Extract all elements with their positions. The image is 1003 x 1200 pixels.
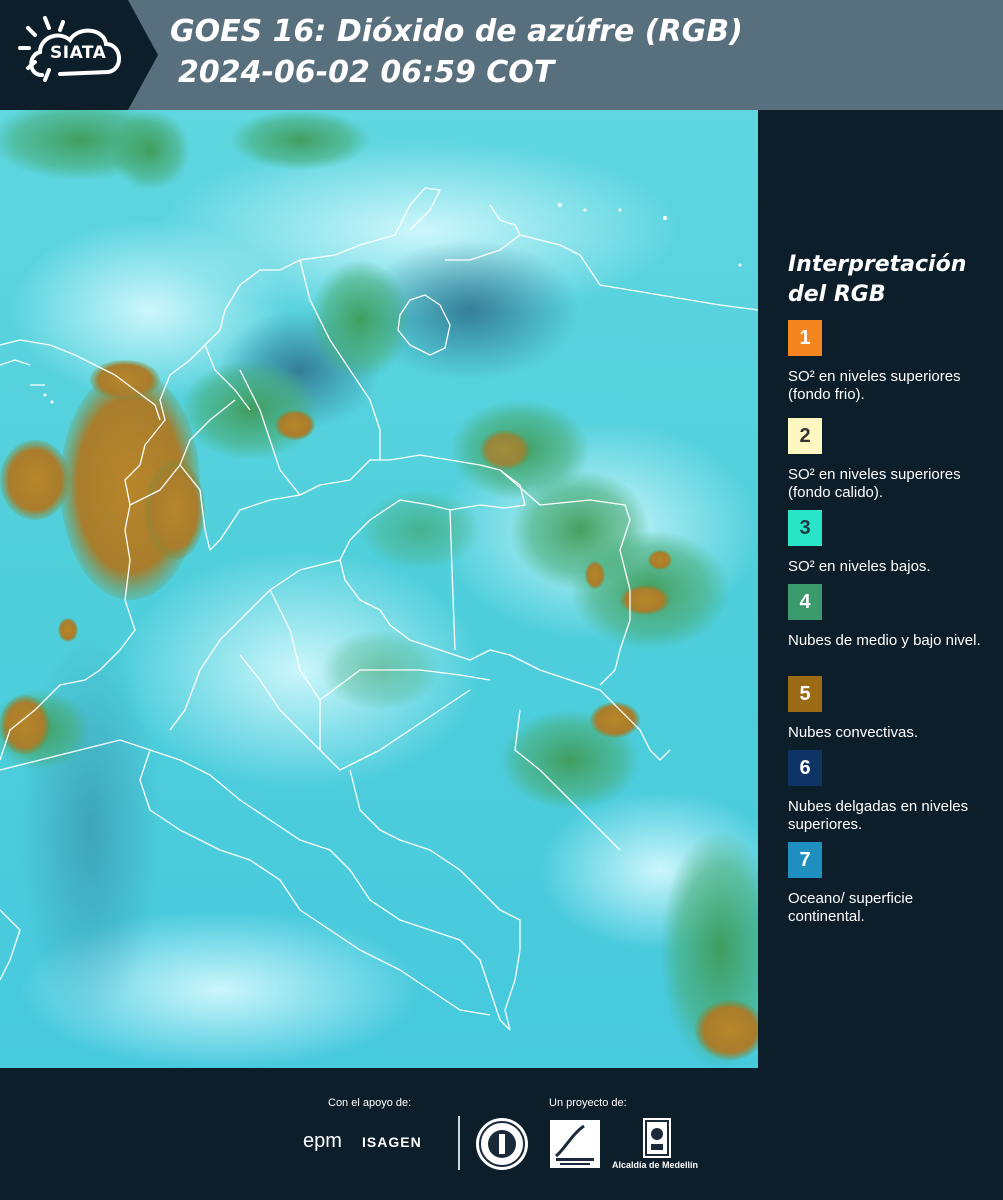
legend-swatch-6: 6 [788, 750, 822, 786]
alcaldia-emblem-icon[interactable] [643, 1118, 671, 1158]
page-timestamp: 2024-06-02 06:59 COT [178, 55, 555, 90]
legend-swatch-1: 1 [788, 320, 822, 356]
legend-label-3: SO² en niveles bajos. [788, 558, 931, 575]
legend-panel: Interpretación del RGB 1 SO² en niveles … [760, 110, 1003, 1068]
legend-item-7: 7 Oceano/ superficie continental. [788, 842, 993, 926]
page-title: GOES 16: Dióxido de azúfre (RGB) [170, 14, 743, 49]
legend-label-5: Nubes convectivas. [788, 724, 919, 741]
legend-label-2: SO² en niveles superiores (fondo calido)… [788, 466, 961, 501]
epm-logo[interactable]: epm [303, 1130, 342, 1153]
legend-item-1: 1 SO² en niveles superiores (fondo frio)… [788, 320, 993, 404]
area-metropolitana-logo[interactable] [550, 1120, 600, 1168]
legend-item-3: 3 SO² en niveles bajos. [788, 510, 993, 576]
legend-swatch-2: 2 [788, 418, 822, 454]
medellin-seal-logo[interactable] [476, 1118, 528, 1170]
coat-of-arms-icon [645, 1120, 669, 1156]
area-metropolitana-icon [555, 1124, 594, 1165]
isagen-logo[interactable]: ISAGEN [362, 1134, 422, 1150]
legend-item-2: 2 SO² en niveles superiores (fondo calid… [788, 418, 993, 502]
legend-title-line-2: del RGB [788, 282, 886, 307]
legend-item-5: 5 Nubes convectivas. [788, 676, 993, 742]
legend-label-7: Oceano/ superficie continental. [788, 890, 914, 925]
support-label: Con el apoyo de: [328, 1097, 412, 1109]
project-label: Un proyecto de: [549, 1097, 627, 1109]
logo-text: SIATA [50, 43, 107, 63]
footer-bar: Con el apoyo de: Un proyecto de: epm ISA… [0, 1068, 1003, 1200]
legend-item-6: 6 Nubes delgadas en niveles superiores. [788, 750, 993, 834]
legend-title: Interpretación del RGB [788, 250, 988, 310]
siata-logo[interactable]: SIATA [0, 0, 160, 110]
header-bar: SIATA GOES 16: Dióxido de azúfre (RGB) 2… [0, 0, 1003, 110]
legend-item-4: 4 Nubes de medio y bajo nivel. [788, 584, 993, 650]
footer-divider [458, 1116, 460, 1170]
satellite-map[interactable] [0, 110, 758, 1068]
legend-swatch-4: 4 [788, 584, 822, 620]
legend-label-1: SO² en niveles superiores (fondo frio). [788, 368, 961, 403]
legend-title-line-1: Interpretación [788, 252, 967, 277]
legend-swatch-5: 5 [788, 676, 822, 712]
seal-icon [479, 1121, 525, 1167]
satellite-imagery [0, 110, 758, 1068]
legend-swatch-7: 7 [788, 842, 822, 878]
alcaldia-label: Alcaldía de Medellín [612, 1160, 699, 1170]
legend-label-6: Nubes delgadas en niveles superiores. [788, 798, 969, 833]
legend-swatch-3: 3 [788, 510, 822, 546]
legend-label-4: Nubes de medio y bajo nivel. [788, 632, 981, 649]
